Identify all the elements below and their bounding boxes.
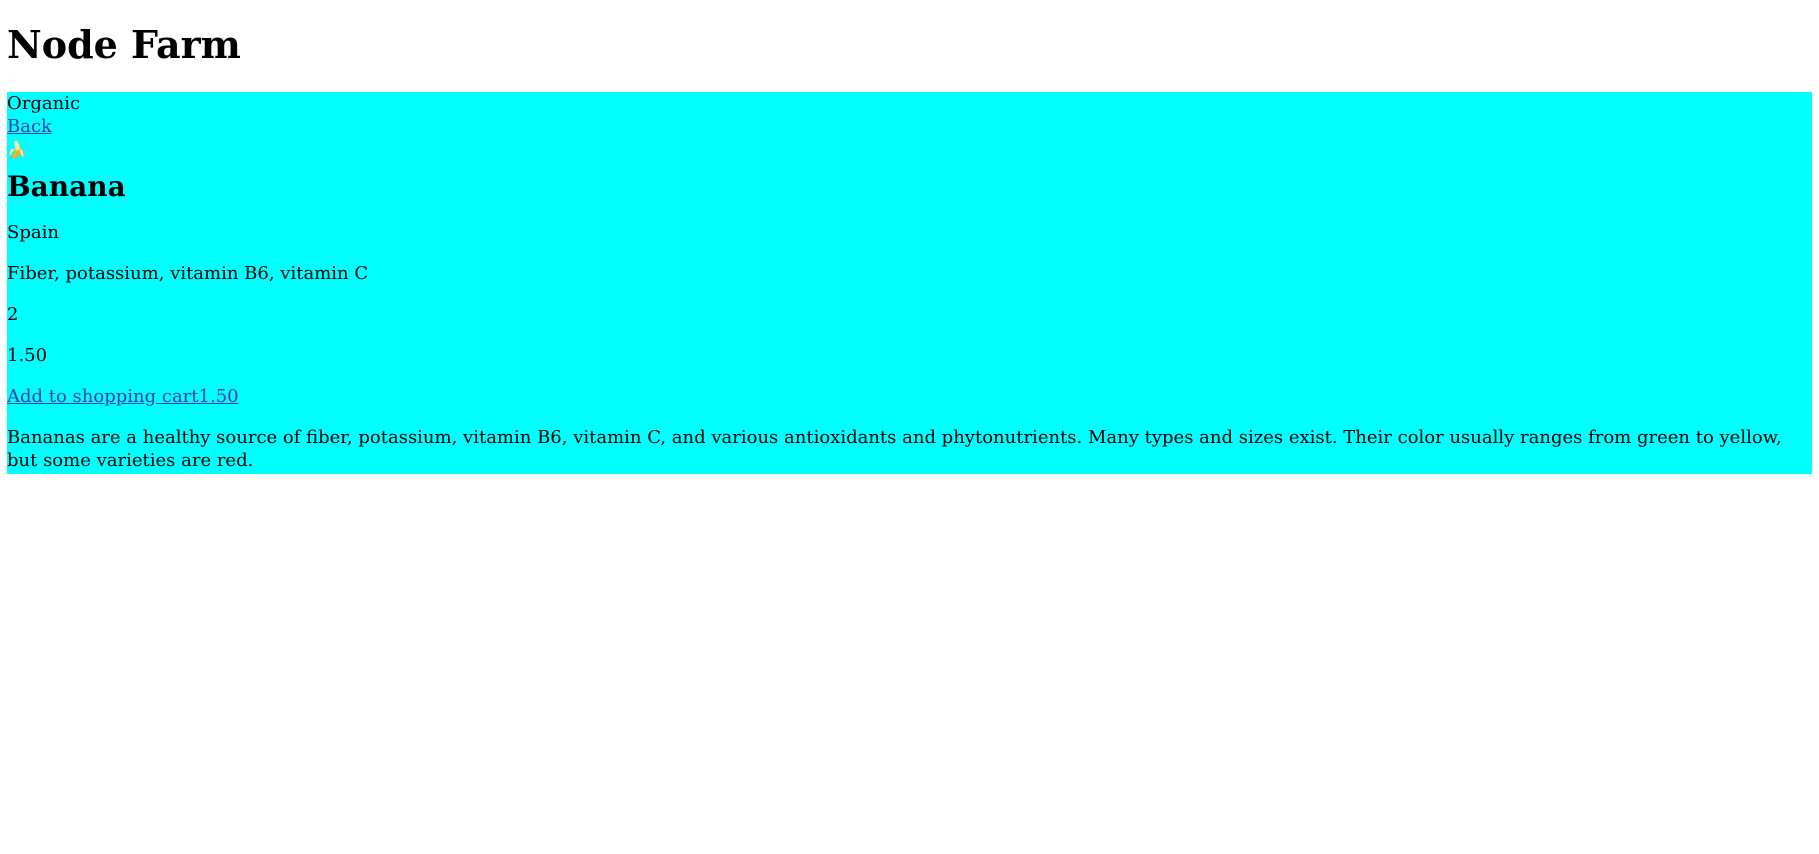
product-nutrients: Fiber, potassium, vitamin B6, vitamin C (7, 263, 369, 285)
product-price: 1.50 (7, 345, 48, 367)
page-title: Node Farm (7, 22, 241, 67)
product-name: Banana (7, 169, 126, 203)
back-link[interactable]: Back (7, 115, 1812, 138)
add-to-cart-link[interactable]: Add to shopping cart1.50 (7, 386, 239, 407)
product-card: Organic Back 🍌 Banana Spain Fiber, potas… (7, 91, 1812, 475)
banana-icon: 🍌 (7, 139, 27, 159)
add-to-cart-row: Add to shopping cart1.50 (7, 385, 1812, 408)
product-origin: Spain (7, 222, 59, 244)
product-quantity: 2 (7, 304, 19, 326)
product-description: Bananas are a healthy source of fiber, p… (7, 427, 1782, 472)
organic-badge: Organic (7, 92, 81, 114)
